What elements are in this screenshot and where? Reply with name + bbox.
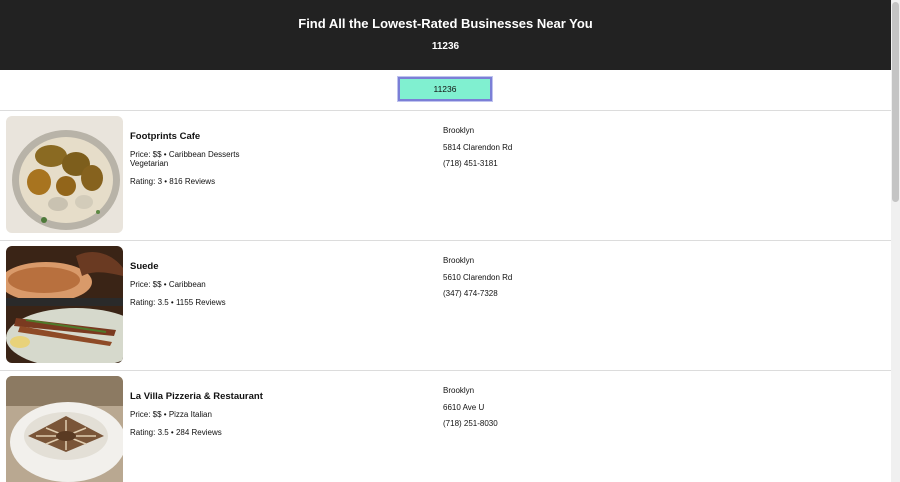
page-title: Find All the Lowest-Rated Businesses Nea… <box>298 16 593 31</box>
business-list: Footprints Cafe Price: $$ • Caribbean De… <box>0 111 891 482</box>
business-address-block: Brooklyn 6610 Ave U (718) 251-8030 <box>443 386 498 436</box>
business-name[interactable]: Suede <box>130 261 430 272</box>
business-city: Brooklyn <box>443 256 475 265</box>
business-info: Suede Price: $$ • Caribbean Rating: 3.5 … <box>130 261 430 307</box>
business-phone: (347) 474-7328 <box>443 289 498 298</box>
vertical-scrollbar[interactable] <box>891 0 900 482</box>
business-name[interactable]: Footprints Cafe <box>130 131 430 142</box>
business-address-block: Brooklyn 5814 Clarendon Rd (718) 451-318… <box>443 126 512 176</box>
business-city: Brooklyn <box>443 386 475 395</box>
business-address: 6610 Ave U <box>443 402 485 412</box>
page: Find All the Lowest-Rated Businesses Nea… <box>0 0 891 482</box>
business-address-block: Brooklyn 5610 Clarendon Rd (347) 474-732… <box>443 256 512 306</box>
zip-subtitle: 11236 <box>431 41 460 52</box>
zip-search-input[interactable] <box>397 76 493 102</box>
business-card[interactable]: Footprints Cafe Price: $$ • Caribbean De… <box>0 111 891 241</box>
business-city: Brooklyn <box>443 126 475 135</box>
business-address: 5814 Clarendon Rd <box>443 142 513 152</box>
business-rating: Rating: 3.5 • 1155 Reviews <box>130 298 226 307</box>
business-phone: (718) 451-3181 <box>443 159 498 168</box>
business-card[interactable]: Suede Price: $$ • Caribbean Rating: 3.5 … <box>0 241 891 371</box>
business-price-categories: Price: $$ • Pizza Italian <box>130 410 212 419</box>
search-bar <box>0 70 891 111</box>
business-phone: (718) 251-8030 <box>443 419 498 428</box>
business-photo[interactable] <box>6 376 123 482</box>
business-address: 5610 Clarendon Rd <box>443 272 513 282</box>
business-card[interactable]: La Villa Pizzeria & Restaurant Price: $$… <box>0 371 891 482</box>
business-info: Footprints Cafe Price: $$ • Caribbean De… <box>130 131 430 186</box>
business-info: La Villa Pizzeria & Restaurant Price: $$… <box>130 391 430 437</box>
business-rating: Rating: 3.5 • 284 Reviews <box>130 428 222 437</box>
business-categories-extra: Vegetarian <box>130 159 169 168</box>
scrollbar-thumb[interactable] <box>892 2 899 202</box>
header: Find All the Lowest-Rated Businesses Nea… <box>0 0 891 70</box>
business-photo[interactable] <box>6 116 123 233</box>
business-photo[interactable] <box>6 246 123 363</box>
business-price-categories: Price: $$ • Caribbean Desserts <box>130 150 240 159</box>
business-rating: Rating: 3 • 816 Reviews <box>130 177 216 186</box>
business-name[interactable]: La Villa Pizzeria & Restaurant <box>130 391 430 402</box>
business-price-categories: Price: $$ • Caribbean <box>130 280 206 289</box>
